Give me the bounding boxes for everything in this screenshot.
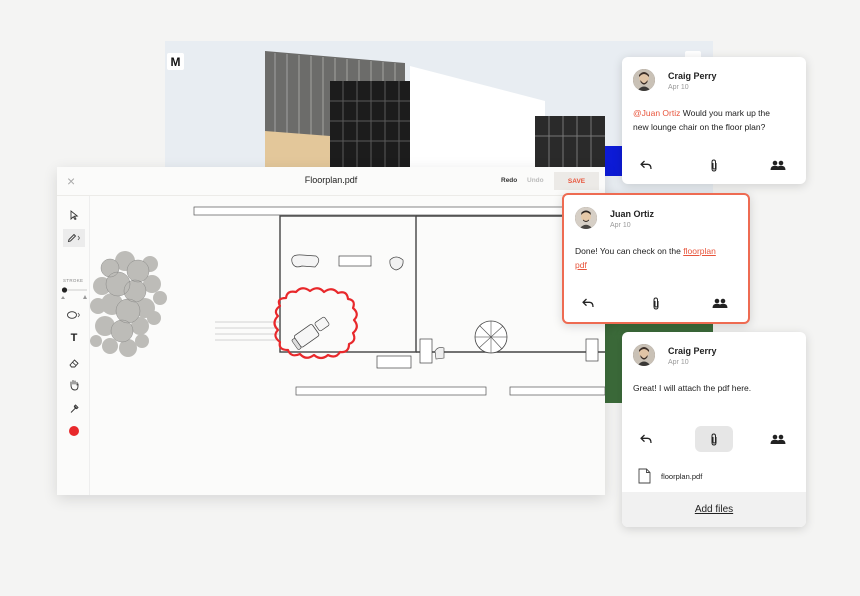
comment-card-2: Juan Ortiz Apr 10 Done! You can check on… (562, 193, 750, 324)
avatar (633, 69, 655, 91)
redo-button[interactable]: Redo (501, 177, 517, 184)
ellipse-tool[interactable] (65, 306, 83, 324)
comment-text: @Juan Ortiz Would you mark up the new lo… (633, 108, 770, 132)
eraser-icon[interactable] (65, 353, 83, 371)
attachment-row[interactable]: floorplan.pdf (638, 466, 702, 486)
comment-text: Done! You can check on the floorplan pdf (575, 246, 716, 270)
reply-icon[interactable] (635, 428, 657, 450)
paperclip-icon[interactable] (703, 154, 725, 176)
select-arrow-icon[interactable] (65, 206, 83, 224)
undo-button[interactable]: Undo (527, 177, 544, 184)
color-swatch-red[interactable] (65, 422, 83, 440)
add-files-button[interactable]: Add files (622, 492, 806, 527)
users-icon[interactable] (767, 428, 789, 450)
comment-author: Craig Perry (668, 71, 717, 81)
comment-date: Apr 10 (668, 359, 689, 366)
users-icon[interactable] (709, 292, 731, 314)
pencil-icon (67, 233, 80, 243)
paperclip-icon[interactable] (645, 292, 667, 314)
stroke-label: STROKE (63, 278, 84, 283)
ellipse-icon (67, 311, 80, 319)
stroke-slider[interactable] (61, 286, 89, 300)
save-button[interactable]: SAVE (554, 172, 599, 190)
attachment-name: floorplan.pdf (661, 471, 703, 481)
file-icon (638, 468, 651, 484)
avatar (633, 344, 655, 366)
pencil-tool[interactable] (63, 229, 85, 247)
floorplan-link[interactable]: floorplan (683, 246, 716, 256)
comment-author: Craig Perry (668, 346, 717, 356)
reply-icon[interactable] (635, 154, 657, 176)
comment-date: Apr 10 (610, 222, 631, 229)
avatar (575, 207, 597, 229)
comment-author: Juan Ortiz (610, 209, 655, 219)
editor-header: × Floorplan.pdf Redo Undo SAVE (57, 167, 605, 196)
hand-pan-icon[interactable] (65, 376, 83, 394)
m-logo-badge: M (167, 53, 184, 70)
comment-card-1: Craig Perry Apr 10 @Juan Ortiz Would you… (622, 57, 806, 184)
users-icon[interactable] (767, 154, 789, 176)
text-tool[interactable]: T (65, 329, 83, 347)
tree-illustration (90, 251, 167, 357)
comment-card-3: Craig Perry Apr 10 Great! I will attach … (622, 332, 806, 527)
tool-palette: STROKE T (57, 196, 90, 495)
floorplan-link-continued[interactable]: pdf (575, 260, 587, 270)
lounge-chair-symbol (291, 324, 320, 350)
paperclip-icon[interactable] (695, 426, 733, 452)
eyedropper-icon[interactable] (65, 399, 83, 417)
document-title: Floorplan.pdf (304, 175, 358, 185)
comment-text: Great! I will attach the pdf here. (633, 383, 752, 393)
user-mention[interactable]: @Juan Ortiz (633, 108, 680, 118)
comment-date: Apr 10 (668, 84, 689, 91)
markup-editor-window: × Floorplan.pdf Redo Undo SAVE STROKE T (57, 167, 606, 495)
floorplan-drawing (90, 206, 606, 396)
floorplan-canvas[interactable] (90, 196, 606, 495)
reply-icon[interactable] (577, 292, 599, 314)
